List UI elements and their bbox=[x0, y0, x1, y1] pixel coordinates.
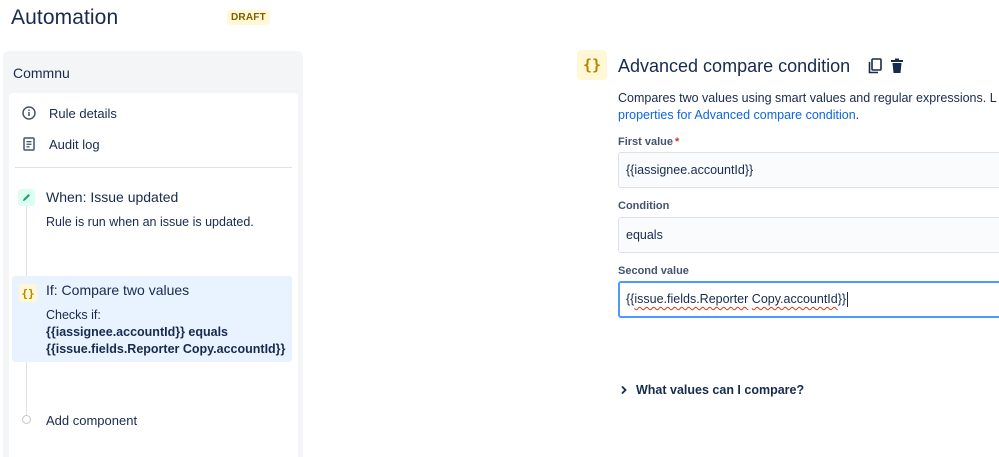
second-value-input[interactable]: {{issue.fields.Reporter Copy.accountId}} bbox=[618, 281, 999, 318]
audit-log-link[interactable]: Audit log bbox=[21, 136, 100, 152]
text-caret bbox=[847, 292, 849, 308]
document-icon bbox=[21, 136, 37, 152]
description-end: . bbox=[855, 108, 860, 122]
curly-braces-icon: {} bbox=[19, 284, 37, 302]
second-value-end: }} bbox=[837, 291, 847, 306]
info-icon bbox=[21, 105, 37, 121]
add-component-link[interactable]: Add component bbox=[46, 412, 137, 429]
first-value-text: {{iassignee.accountId}} bbox=[626, 163, 754, 177]
rule-card: Rule details Audit log When: Issue updat… bbox=[9, 93, 298, 457]
condition-checks-label: Checks if: bbox=[46, 308, 101, 322]
description-link[interactable]: properties for Advanced compare conditio… bbox=[618, 108, 856, 122]
condition-label: Condition bbox=[618, 200, 670, 212]
second-value-copy: Copy.accountId bbox=[751, 291, 838, 306]
rule-details-label: Rule details bbox=[49, 105, 117, 121]
divider bbox=[15, 167, 292, 168]
condition-step[interactable]: {} If: Compare two values Checks if: {{i… bbox=[12, 276, 292, 362]
trigger-description: Rule is run when an issue is updated. bbox=[46, 215, 254, 229]
first-value-label-text: First value bbox=[618, 136, 674, 148]
timeline-connector bbox=[26, 206, 27, 276]
add-component-dot bbox=[22, 415, 31, 424]
rule-name[interactable]: Commnu bbox=[13, 65, 70, 81]
condition-line-1: {{iassignee.accountId}} equals bbox=[46, 325, 229, 339]
description-text: Compares two values using smart values a… bbox=[618, 91, 997, 105]
condition-select[interactable]: equals bbox=[618, 217, 999, 253]
what-values-toggle[interactable]: What values can I compare? bbox=[620, 383, 804, 397]
delete-icon[interactable] bbox=[889, 57, 905, 75]
condition-title: If: Compare two values bbox=[46, 282, 190, 298]
component-title: Advanced compare condition bbox=[618, 56, 851, 76]
second-value-label: Second value bbox=[618, 265, 689, 277]
curly-braces-icon: {} bbox=[577, 50, 607, 80]
second-value-issue: issue.fields.Reporter bbox=[634, 291, 749, 306]
copy-icon[interactable] bbox=[867, 57, 883, 75]
what-values-label: What values can I compare? bbox=[636, 383, 805, 397]
timeline-connector bbox=[26, 362, 27, 416]
required-mark: * bbox=[675, 136, 680, 148]
audit-log-label: Audit log bbox=[49, 136, 100, 152]
component-description: Compares two values using smart values a… bbox=[618, 90, 999, 124]
chevron-right-icon bbox=[620, 385, 630, 395]
condition-line-2: {{issue.fields.Reporter Copy.accountId}} bbox=[46, 342, 286, 356]
rule-details-link[interactable]: Rule details bbox=[21, 105, 117, 121]
page-title: Automation bbox=[11, 6, 119, 29]
first-value-label: First value * bbox=[618, 136, 679, 148]
first-value-input[interactable]: {{iassignee.accountId}} bbox=[618, 152, 999, 188]
rule-sidebar: Commnu Rule details Audit log When: Issu… bbox=[3, 51, 303, 457]
pencil-icon bbox=[18, 189, 35, 206]
second-value-text: {{issue.fields.Reporter Copy.accountId}} bbox=[626, 291, 849, 308]
trigger-title[interactable]: When: Issue updated bbox=[46, 189, 178, 205]
title-actions bbox=[867, 57, 905, 75]
condition-value: equals bbox=[626, 228, 663, 242]
status-badge: DRAFT bbox=[227, 10, 270, 25]
